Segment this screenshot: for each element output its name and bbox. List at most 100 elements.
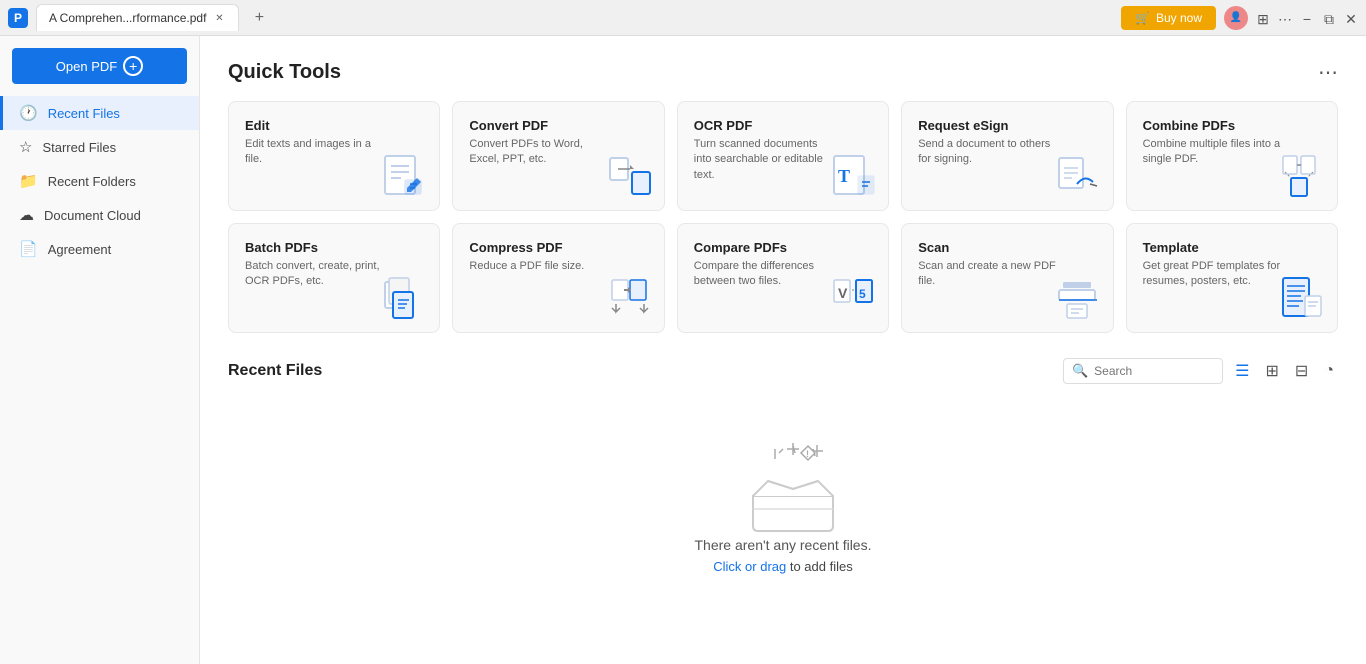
star-icon: ☆: [19, 138, 32, 156]
empty-state: ! There aren't any recent files. Click o…: [228, 401, 1338, 614]
list-view-button[interactable]: ☰: [1231, 357, 1253, 385]
tab-label: A Comprehen...rformance.pdf: [49, 11, 206, 25]
minimize-button[interactable]: −: [1300, 11, 1314, 25]
tool-card-batch-pdfs[interactable]: Batch PDFs Batch convert, create, print,…: [228, 223, 440, 333]
click-or-drag-link[interactable]: Click or drag: [713, 559, 786, 574]
plus-icon: +: [123, 56, 143, 76]
edit-tool-icon: [383, 154, 427, 198]
tool-title: Template: [1143, 240, 1321, 255]
quick-tools-title: Quick Tools: [228, 61, 341, 84]
tools-grid: Edit Edit texts and images in a file.: [228, 101, 1338, 333]
more-options-button[interactable]: ⋯: [1278, 11, 1292, 25]
table-view-button[interactable]: ⊟: [1291, 357, 1312, 385]
combine-icon: [1281, 154, 1325, 198]
tool-desc: Convert PDFs to Word, Excel, PPT, etc.: [469, 137, 609, 168]
open-pdf-button[interactable]: Open PDF +: [12, 48, 187, 84]
tool-desc: Edit texts and images in a file.: [245, 137, 385, 168]
sidebar-item-label: Agreement: [48, 242, 112, 257]
recent-files-controls: 🔍 ☰ ⊞ ⊟ ◔: [1063, 357, 1338, 385]
tool-card-request-esign[interactable]: Request eSign Send a document to others …: [901, 101, 1113, 211]
tool-card-ocr-pdf[interactable]: OCR PDF Turn scanned documents into sear…: [677, 101, 889, 211]
tool-card-template[interactable]: Template Get great PDF templates for res…: [1126, 223, 1338, 333]
titlebar-right: 🛒 Buy now 👤 ⊞ ⋯ − ⧉ ✕: [1121, 6, 1358, 30]
filter-button[interactable]: ◔: [1320, 358, 1338, 384]
sidebar-item-label: Recent Files: [48, 106, 120, 121]
app-body: Open PDF + 🕐 Recent Files ☆ Starred File…: [0, 36, 1366, 664]
template-icon: [1281, 276, 1325, 320]
recent-files-header: Recent Files 🔍 ☰ ⊞ ⊟ ◔: [228, 357, 1338, 385]
tool-title: Request eSign: [918, 118, 1096, 133]
new-tab-button[interactable]: +: [247, 6, 271, 30]
convert-pdf-icon: [608, 154, 652, 198]
tool-card-edit[interactable]: Edit Edit texts and images in a file.: [228, 101, 440, 211]
svg-text:!: !: [806, 449, 809, 459]
sidebar-item-starred-files[interactable]: ☆ Starred Files: [0, 130, 199, 164]
empty-state-cta: Click or drag to add files: [713, 559, 852, 574]
sidebar-item-label: Document Cloud: [44, 208, 141, 223]
esign-icon: [1057, 154, 1101, 198]
empty-state-illustration: !: [733, 441, 833, 521]
recent-files-title: Recent Files: [228, 362, 322, 380]
titlebar-left: P A Comprehen...rformance.pdf ✕ +: [8, 4, 271, 31]
svg-text:5: 5: [859, 287, 866, 301]
buy-now-label: Buy now: [1156, 11, 1202, 25]
avatar[interactable]: 👤: [1224, 6, 1248, 30]
clock-icon: 🕐: [19, 104, 38, 122]
sidebar-item-document-cloud[interactable]: ☁ Document Cloud: [0, 198, 199, 232]
scan-icon: [1057, 276, 1101, 320]
sidebar-item-agreement[interactable]: 📄 Agreement: [0, 232, 199, 266]
tool-title: Scan: [918, 240, 1096, 255]
tool-card-scan[interactable]: Scan Scan and create a new PDF file.: [901, 223, 1113, 333]
tool-title: Edit: [245, 118, 423, 133]
tool-title: Convert PDF: [469, 118, 647, 133]
search-icon: 🔍: [1072, 363, 1088, 379]
svg-text:V: V: [838, 285, 848, 301]
sidebar-item-label: Recent Folders: [48, 174, 136, 189]
close-button[interactable]: ✕: [1344, 11, 1358, 25]
svg-text:T: T: [838, 166, 850, 186]
grid-view-button[interactable]: ⊞: [1262, 357, 1283, 385]
open-pdf-label: Open PDF: [56, 59, 117, 74]
tool-title: Compare PDFs: [694, 240, 872, 255]
main-content: Quick Tools ⋯ Edit Edit texts and images…: [200, 36, 1366, 664]
quick-tools-more-button[interactable]: ⋯: [1318, 60, 1338, 85]
ocr-icon: T: [832, 154, 876, 198]
tool-title: Batch PDFs: [245, 240, 423, 255]
sidebar-item-label: Starred Files: [42, 140, 116, 155]
screen-toggle-button[interactable]: ⊞: [1256, 11, 1270, 25]
tool-title: OCR PDF: [694, 118, 872, 133]
buy-now-button[interactable]: 🛒 Buy now: [1121, 6, 1216, 30]
tool-card-combine-pdfs[interactable]: Combine PDFs Combine multiple files into…: [1126, 101, 1338, 211]
app-icon: P: [8, 8, 28, 28]
compare-icon: V 5: [832, 276, 876, 320]
tool-card-compress-pdf[interactable]: Compress PDF Reduce a PDF file size.: [452, 223, 664, 333]
tool-desc: Turn scanned documents into searchable o…: [694, 137, 834, 183]
titlebar: P A Comprehen...rformance.pdf ✕ + 🛒 Buy …: [0, 0, 1366, 36]
search-box[interactable]: 🔍: [1063, 358, 1223, 384]
active-tab[interactable]: A Comprehen...rformance.pdf ✕: [36, 4, 239, 31]
document-icon: 📄: [19, 240, 38, 258]
tool-desc: Batch convert, create, print, OCR PDFs, …: [245, 259, 385, 290]
search-input[interactable]: [1094, 364, 1214, 378]
tool-desc: Combine multiple files into a single PDF…: [1143, 137, 1283, 168]
sidebar-item-recent-files[interactable]: 🕐 Recent Files: [0, 96, 199, 130]
sidebar: Open PDF + 🕐 Recent Files ☆ Starred File…: [0, 36, 200, 664]
quick-tools-header: Quick Tools ⋯: [228, 60, 1338, 85]
tool-title: Combine PDFs: [1143, 118, 1321, 133]
tool-title: Compress PDF: [469, 240, 647, 255]
cloud-icon: ☁: [19, 206, 34, 224]
tool-desc: Compare the differences between two file…: [694, 259, 834, 290]
tool-desc: Send a document to others for signing.: [918, 137, 1058, 168]
tool-card-convert-pdf[interactable]: Convert PDF Convert PDFs to Word, Excel,…: [452, 101, 664, 211]
compress-icon: [608, 276, 652, 320]
tool-desc: Scan and create a new PDF file.: [918, 259, 1058, 290]
tab-close-button[interactable]: ✕: [212, 11, 226, 25]
tool-desc: Reduce a PDF file size.: [469, 259, 609, 274]
tool-card-compare-pdfs[interactable]: Compare PDFs Compare the differences bet…: [677, 223, 889, 333]
empty-state-link-suffix: to add files: [786, 559, 853, 574]
restore-button[interactable]: ⧉: [1322, 11, 1336, 25]
sidebar-item-recent-folders[interactable]: 📁 Recent Folders: [0, 164, 199, 198]
cart-icon: 🛒: [1135, 11, 1150, 25]
tool-desc: Get great PDF templates for resumes, pos…: [1143, 259, 1283, 290]
batch-icon: [383, 276, 427, 320]
